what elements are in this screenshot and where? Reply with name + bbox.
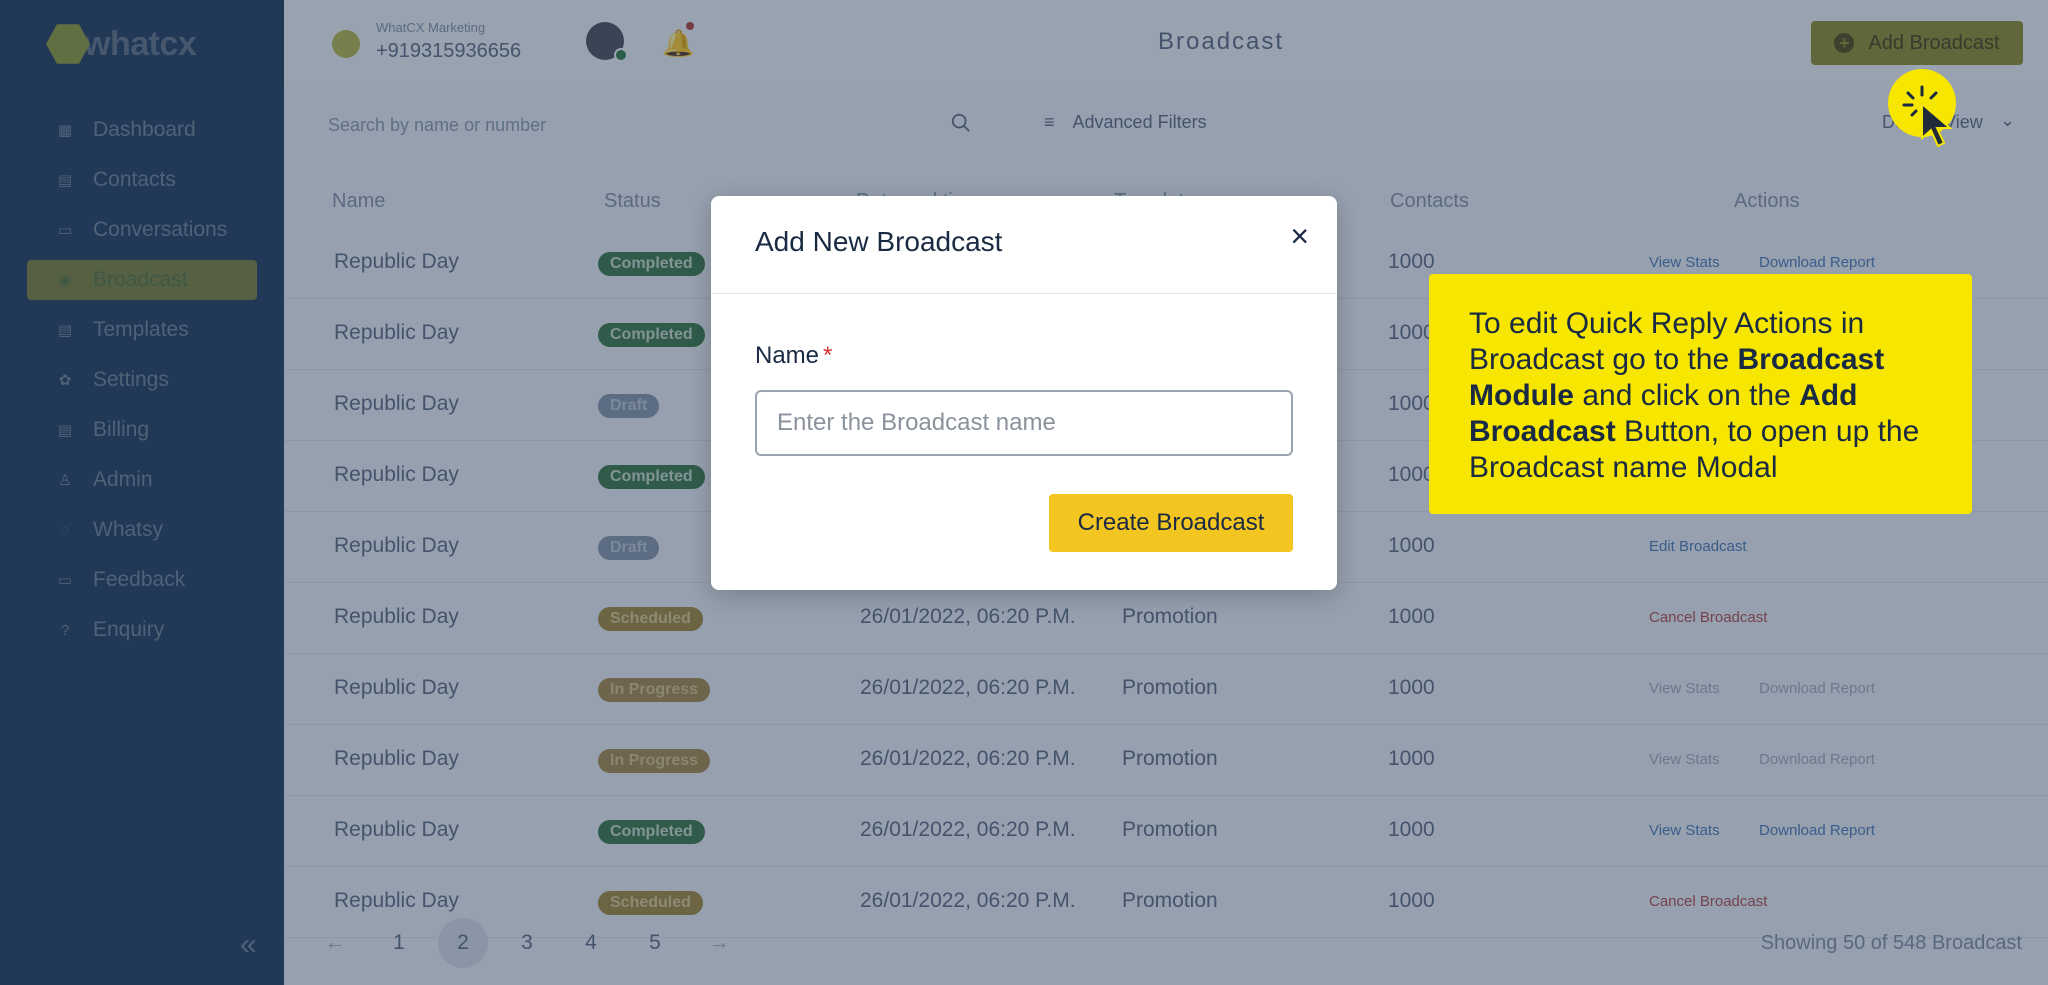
create-broadcast-button[interactable]: Create Broadcast: [1049, 494, 1293, 552]
required-mark: *: [823, 342, 833, 369]
name-field-label: Name *: [755, 342, 832, 370]
tooltip-text: and click on the: [1574, 379, 1800, 412]
broadcast-name-input[interactable]: [755, 390, 1293, 456]
close-icon[interactable]: ×: [1290, 220, 1309, 252]
name-label-text: Name: [755, 342, 820, 369]
mouse-pointer-icon: [1921, 101, 1953, 148]
add-broadcast-modal: Add New Broadcast × Name* Create Broadca…: [711, 196, 1337, 590]
tutorial-tooltip: To edit Quick Reply Actions in Broadcast…: [1429, 274, 1972, 514]
modal-title: Add New Broadcast: [755, 226, 1003, 257]
modal-header: Add New Broadcast ×: [711, 196, 1337, 294]
